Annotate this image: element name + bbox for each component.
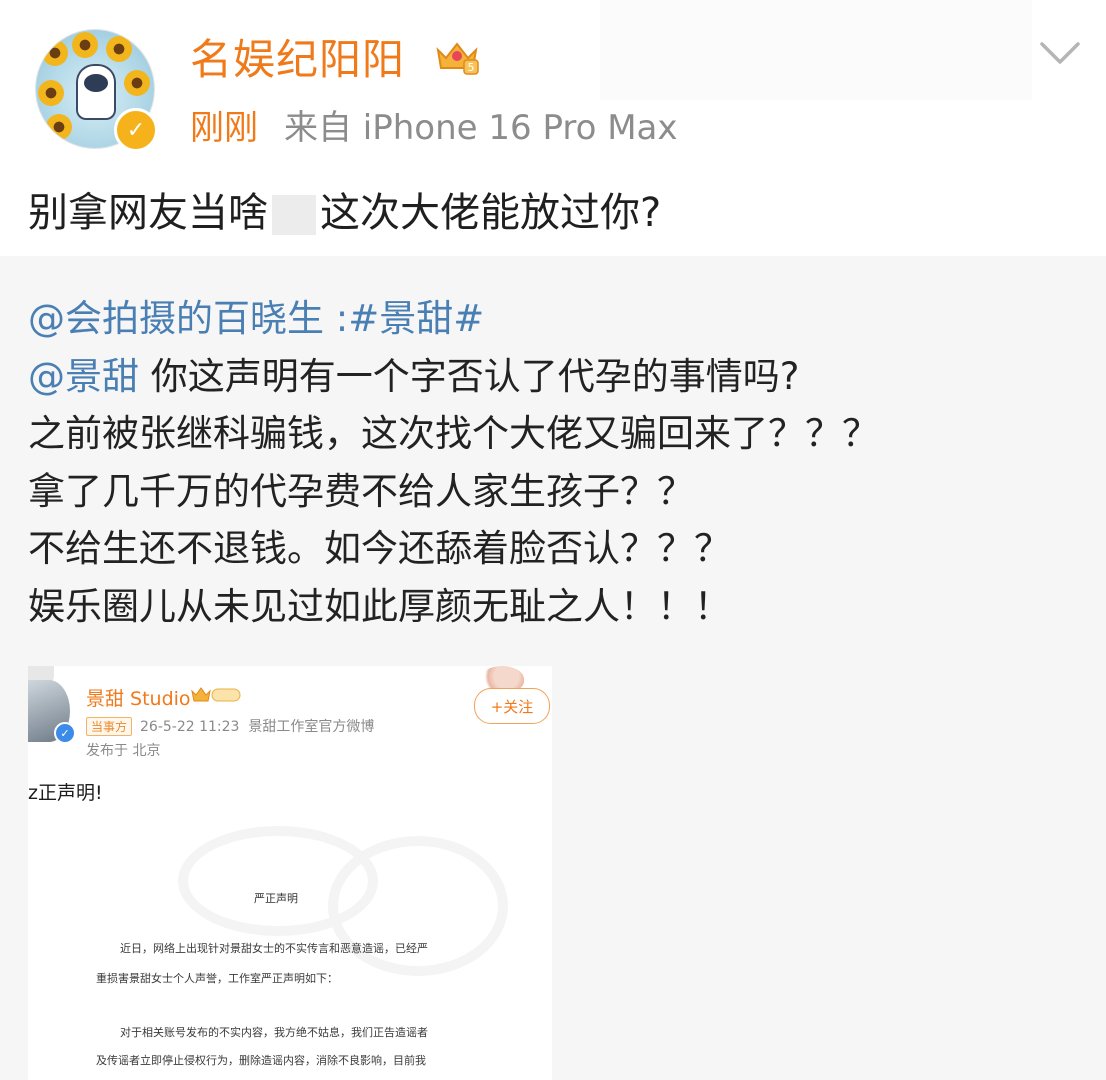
embed-doc-line: 近日，网络上出现针对景甜女士的不实传言和恶意造谣，已经严 <box>120 942 428 955</box>
username[interactable]: 名娱纪阳阳 <box>190 26 405 87</box>
post-text-part2: 这次大佬能放过你? <box>320 190 662 236</box>
embed-tag: 当事方 <box>86 717 133 736</box>
crown-icon <box>191 687 241 702</box>
embed-doc-line: 及传谣者立即停止侵权行为，删除造谣内容，消除不良影响，目前我 <box>96 1054 426 1067</box>
hashtag-link[interactable]: :#景甜# <box>324 297 484 340</box>
embed-location: 发布于 北京 <box>86 743 161 759</box>
embed-source: 景甜工作室官方微博 <box>248 719 375 735</box>
embed-doc-title: 严正声明 <box>254 892 298 905</box>
sunflower-decoration <box>124 70 150 96</box>
embed-post-title: z正声明! <box>28 782 103 804</box>
embedded-screenshot[interactable]: ✓ 景甜 Studio 当事方 26-5-22 11:23 景甜工作室官方微博 发… <box>28 666 552 1080</box>
sunflower-decoration <box>106 36 132 62</box>
mention-link[interactable]: @景甜 <box>28 355 139 398</box>
verified-icon: ✓ <box>114 108 158 152</box>
embed-username: 景甜 Studio <box>86 688 191 710</box>
post-text: 别拿网友当啥 这次大佬能放过你? <box>28 180 661 238</box>
repost-line: @景甜 你这声明有一个字否认了代孕的事情吗? <box>28 348 879 406</box>
repost-line: 不给生还不退钱。如今还舔着脸否认？？？ <box>28 527 731 570</box>
repost-line: 娱乐圈儿从未见过如此厚颜无耻之人！！！ <box>28 584 731 628</box>
repost-line: 之前被张继科骗钱，这次找个大佬又骗回来了？？？ <box>28 412 879 455</box>
verified-icon: ✓ <box>54 722 76 744</box>
embed-date: 26-5-22 11:23 <box>140 719 240 735</box>
header-background <box>600 0 1032 100</box>
repost-text: @会拍摄的百晓生 :#景甜# @景甜 你这声明有一个字否认了代孕的事情吗? 之前… <box>28 290 879 635</box>
avatar-figure <box>76 64 116 120</box>
follow-button: +关注 <box>474 688 550 724</box>
crown-icon[interactable]: 5 <box>434 38 480 76</box>
avatar-face <box>84 74 108 92</box>
repost-line: @会拍摄的百晓生 :#景甜# <box>28 290 879 348</box>
sunflower-decoration <box>46 114 72 140</box>
chevron-down-icon[interactable] <box>1036 36 1084 70</box>
crown-level: 5 <box>468 61 475 74</box>
embed-doc-line: 对于相关账号发布的不实内容，我方绝不姑息，我们正告造谣者 <box>120 1026 428 1039</box>
repost-line-text: 你这声明有一个字否认了代孕的事情吗? <box>139 354 800 398</box>
sunflower-decoration <box>42 40 68 66</box>
embed-doc-line: 重损害景甜女士个人声誉，工作室严正声明如下： <box>96 972 338 985</box>
mention-link[interactable]: @会拍摄的百晓生 <box>28 297 324 340</box>
repost-block[interactable]: @会拍摄的百晓生 :#景甜# @景甜 你这声明有一个字否认了代孕的事情吗? 之前… <box>0 256 1106 1080</box>
post-meta: 刚刚 来自 iPhone 16 Pro Max <box>190 100 678 149</box>
repost-line: 拿了几千万的代孕费不给人家生孩子？？ <box>28 469 694 513</box>
post-device: 来自 iPhone 16 Pro Max <box>284 108 678 148</box>
post-time: 刚刚 <box>190 108 258 148</box>
embed-meta: 当事方 26-5-22 11:23 景甜工作室官方微博 <box>86 716 374 736</box>
post-text-part1: 别拿网友当啥 <box>28 190 268 236</box>
sunflower-decoration <box>38 80 64 106</box>
sunflower-decoration <box>72 32 98 58</box>
redacted-word <box>272 195 316 235</box>
